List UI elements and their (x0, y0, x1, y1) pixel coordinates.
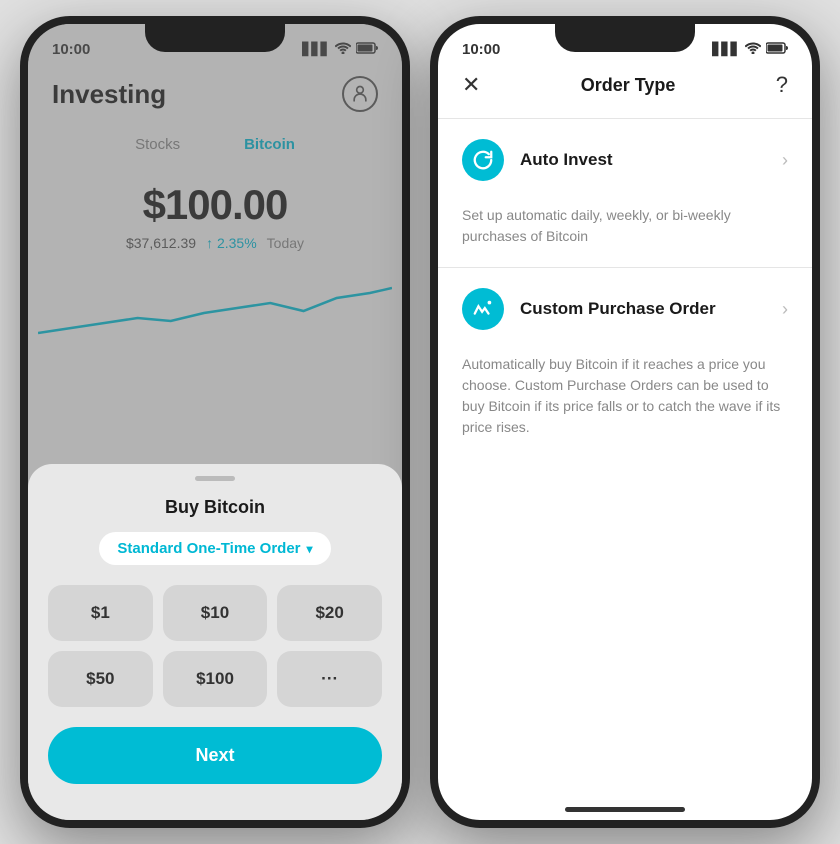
signal-icon-right: ▋▋▋ (712, 42, 740, 56)
bottom-sheet: Buy Bitcoin Standard One-Time Order ▾ $1… (28, 464, 402, 820)
status-bar-right: 10:00 ▋▋▋ (438, 24, 812, 68)
amount-btn-100[interactable]: $100 (163, 651, 268, 707)
amount-btn-1[interactable]: $1 (48, 585, 153, 641)
auto-invest-chevron: › (782, 150, 788, 171)
custom-purchase-chevron: › (782, 299, 788, 320)
wifi-icon-right (745, 42, 761, 57)
next-button[interactable]: Next (48, 727, 382, 784)
time-right: 10:00 (462, 41, 500, 58)
auto-invest-label: Auto Invest (520, 150, 766, 170)
order-type-chevron: ▾ (307, 542, 313, 556)
left-phone: 10:00 ▋▋▋ Investing Stocks Bitcoin $100.… (20, 16, 410, 828)
home-bar-right (565, 807, 685, 812)
sheet-title: Buy Bitcoin (48, 497, 382, 518)
order-type-selector[interactable]: Standard One-Time Order ▾ (48, 532, 382, 565)
order-type-header: ✕ Order Type ? (438, 68, 812, 118)
sheet-handle (195, 476, 235, 481)
auto-invest-item[interactable]: Auto Invest › (438, 119, 812, 201)
custom-purchase-icon (462, 288, 504, 330)
amount-btn-50[interactable]: $50 (48, 651, 153, 707)
order-type-label: Standard One-Time Order (117, 540, 300, 557)
custom-purchase-label: Custom Purchase Order (520, 299, 766, 319)
battery-icon-right (766, 42, 788, 57)
custom-purchase-desc: Automatically buy Bitcoin if it reaches … (438, 350, 812, 458)
custom-purchase-item[interactable]: Custom Purchase Order › (438, 268, 812, 350)
right-phone: 10:00 ▋▋▋ ✕ Order Type ? Auto Invest › S… (430, 16, 820, 828)
auto-invest-desc: Set up automatic daily, weekly, or bi-we… (438, 201, 812, 267)
amount-grid: $1 $10 $20 $50 $100 ··· (48, 585, 382, 707)
amount-btn-more[interactable]: ··· (277, 651, 382, 707)
close-button[interactable]: ✕ (462, 72, 480, 98)
amount-btn-20[interactable]: $20 (277, 585, 382, 641)
order-type-title: Order Type (581, 75, 676, 96)
amount-btn-10[interactable]: $10 (163, 585, 268, 641)
auto-invest-icon (462, 139, 504, 181)
help-button[interactable]: ? (776, 72, 788, 98)
status-icons-right: ▋▋▋ (712, 42, 788, 57)
order-type-pill[interactable]: Standard One-Time Order ▾ (99, 532, 330, 565)
